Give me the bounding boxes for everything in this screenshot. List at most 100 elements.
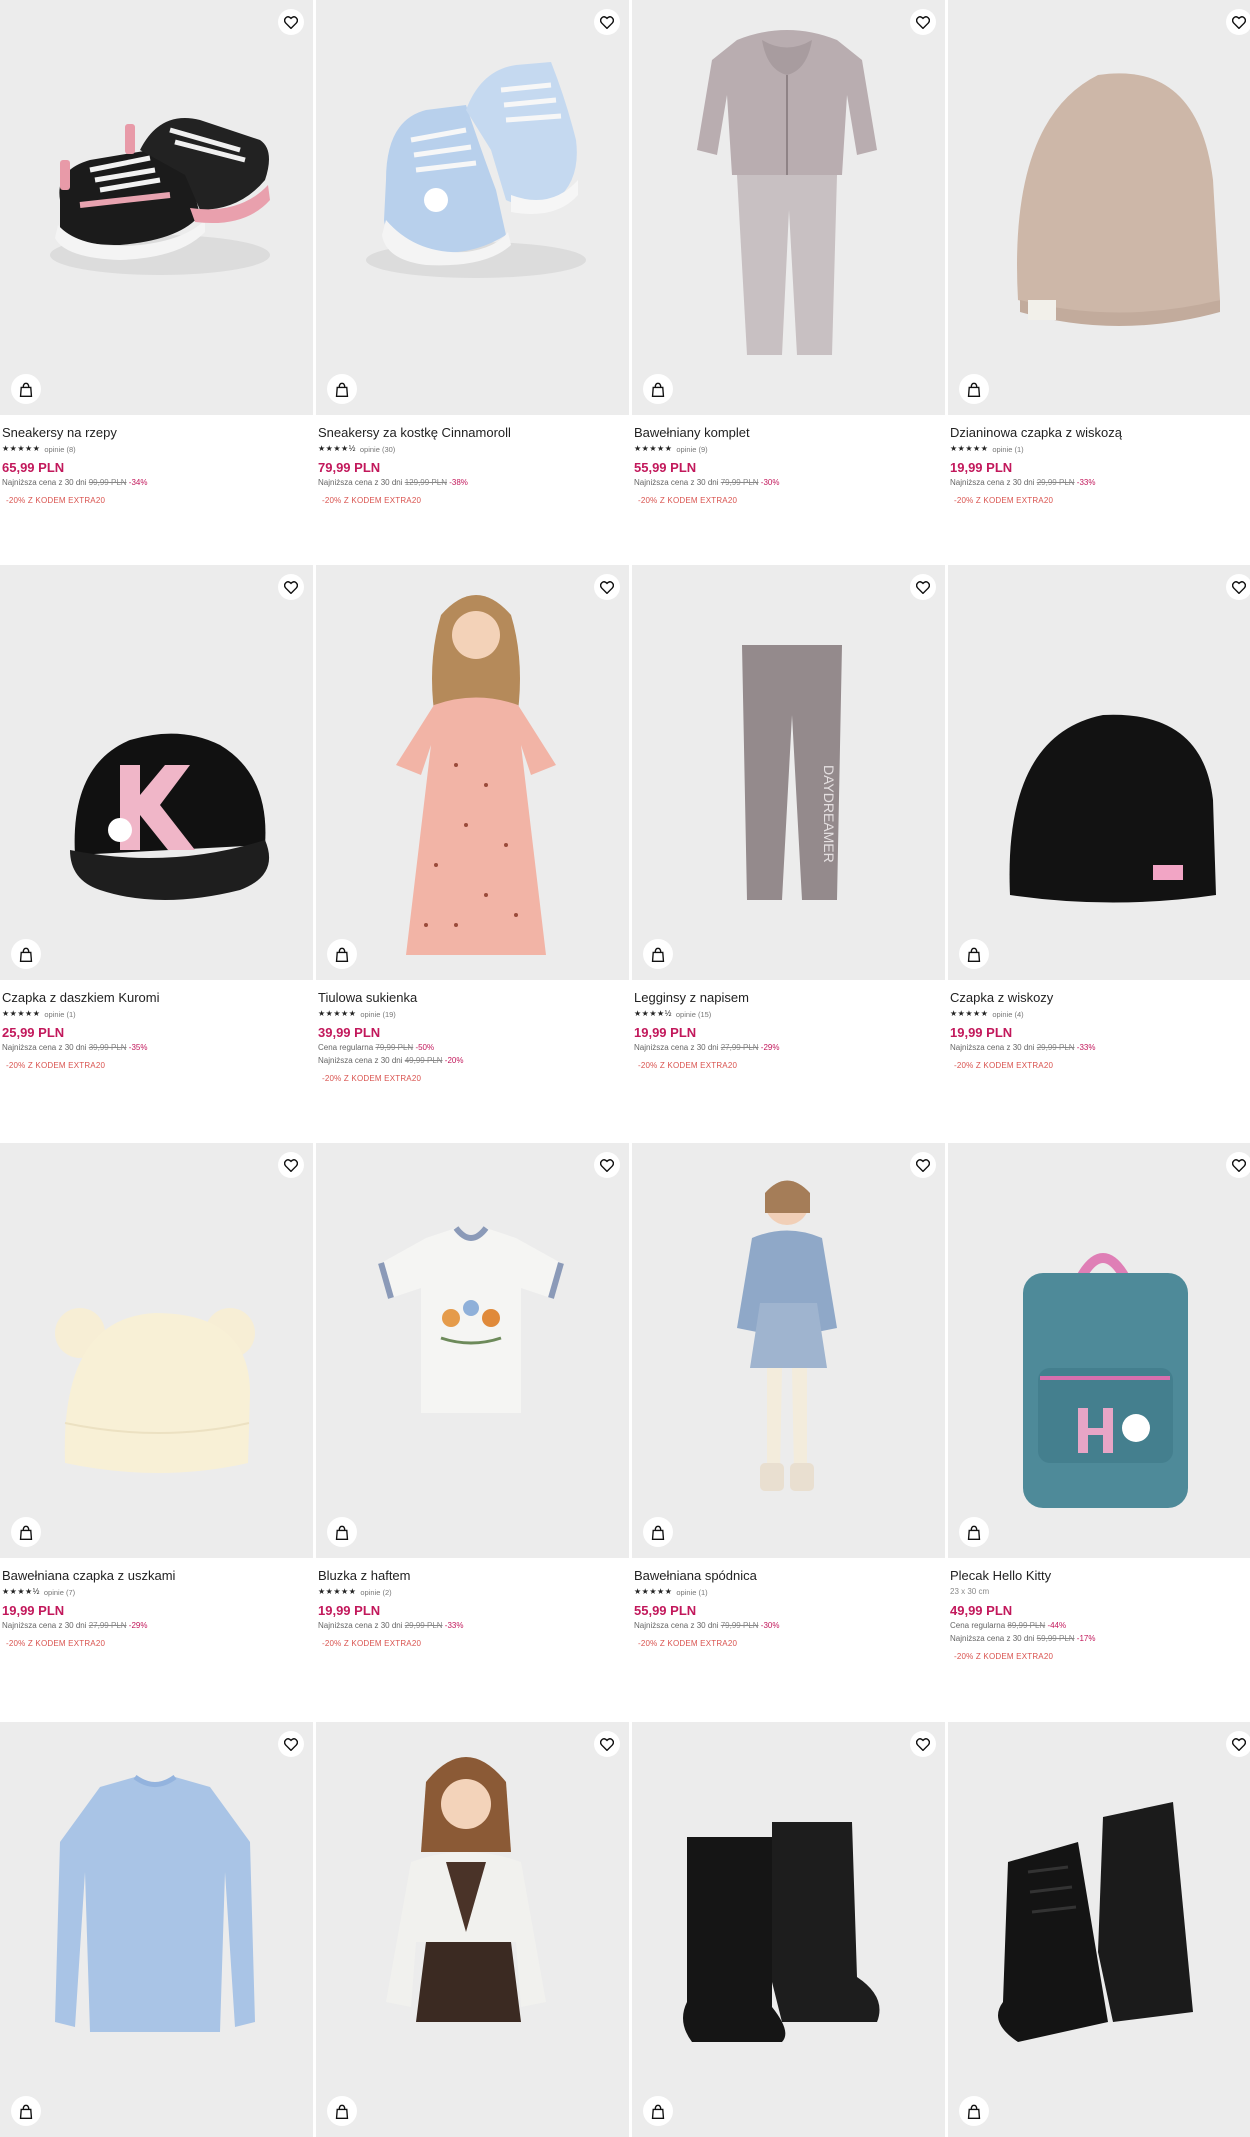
product-name[interactable]: Czapka z daszkiem Kuromi	[2, 989, 311, 1006]
shopping-bag-icon[interactable]	[327, 374, 357, 404]
heart-icon[interactable]	[910, 574, 936, 600]
product-image[interactable]	[948, 0, 1250, 415]
product-price: 39,99 PLN	[318, 1025, 381, 1040]
product-image[interactable]	[632, 1143, 945, 1558]
heart-icon[interactable]	[278, 574, 304, 600]
heart-icon[interactable]	[594, 9, 620, 35]
shopping-bag-icon[interactable]	[327, 939, 357, 969]
old-price: 29,99 PLN	[1036, 1043, 1075, 1052]
product-image[interactable]	[0, 1722, 313, 2137]
product-photo	[1017, 73, 1220, 326]
product-image[interactable]	[316, 1143, 629, 1558]
product-name[interactable]: Bawełniana czapka z uszkami	[2, 1567, 311, 1584]
product-name[interactable]: Bawełniany komplet	[634, 424, 943, 441]
product-image[interactable]	[316, 0, 629, 415]
product-price: 79,99 PLN	[318, 460, 381, 475]
product-image[interactable]	[316, 565, 629, 980]
product-card[interactable]: Plecak Hello Kitty 23 x 30 cm 49,99 PLN Cen…	[948, 1143, 1250, 1661]
heart-icon[interactable]	[594, 1731, 620, 1757]
heart-icon[interactable]	[910, 9, 936, 35]
heart-icon[interactable]	[594, 1152, 620, 1178]
shopping-bag-icon[interactable]	[11, 2096, 41, 2126]
heart-icon[interactable]	[278, 1731, 304, 1757]
product-card[interactable]: Tiulowa sukienka ★★★★★ opinie (19) 39,99 PL…	[316, 565, 629, 1083]
shopping-bag-icon[interactable]	[959, 939, 989, 969]
product-card[interactable]: Bawełniana czapka z uszkami ★★★★½ opinie (…	[0, 1143, 313, 1648]
product-card[interactable]: Sneakersy za kostkę Cinnamoroll ★★★★½ opin…	[316, 0, 629, 505]
shopping-bag-icon[interactable]	[959, 2096, 989, 2126]
shopping-bag-icon[interactable]	[11, 939, 41, 969]
product-photo	[737, 1180, 837, 1491]
product-card[interactable]: Bawełniana spódnica ★★★★★ opinie (1) 55,99 …	[632, 1143, 945, 1648]
product-name[interactable]: Sneakersy za kostkę Cinnamoroll	[318, 424, 627, 441]
rating-stars-icon: ★★★★★	[634, 1587, 673, 1596]
product-info: Tiulowa sukienka ★★★★★ opinie (19) 39,99 PL…	[316, 980, 629, 1083]
product-image[interactable]	[632, 1722, 945, 2137]
discount-percent: -20%	[444, 1056, 464, 1065]
product-rating: ★★★★★ opinie (1)	[634, 1586, 943, 1598]
product-image[interactable]	[0, 1143, 313, 1558]
promo-code-label: -20% Z KODEM EXTRA20	[954, 496, 1054, 505]
product-price: 19,99 PLN	[950, 1025, 1013, 1040]
product-name[interactable]: Sneakersy na rzepy	[2, 424, 311, 441]
shopping-bag-icon[interactable]	[643, 939, 673, 969]
product-card[interactable]: Czapka z daszkiem Kuromi ★★★★★ opinie (1) 2…	[0, 565, 313, 1070]
price-history-note: Najniższa cena z 30 dni 29,99 PLN -33%	[950, 1041, 1250, 1054]
heart-icon[interactable]	[1226, 1152, 1250, 1178]
product-name[interactable]: Czapka z wiskozy	[950, 989, 1250, 1006]
old-price: 79,99 PLN	[720, 478, 759, 487]
shopping-bag-icon[interactable]	[643, 2096, 673, 2126]
heart-icon[interactable]	[594, 574, 620, 600]
product-name[interactable]: Plecak Hello Kitty	[950, 1567, 1250, 1584]
heart-icon[interactable]	[1226, 9, 1250, 35]
shopping-bag-icon[interactable]	[643, 1517, 673, 1547]
product-card[interactable]: DAYDREAMER Legginsy z napisem ★★★★½ opinie …	[632, 565, 945, 1070]
product-name[interactable]: Bluzka z haftem	[318, 1567, 627, 1584]
product-image[interactable]	[0, 0, 313, 415]
shopping-bag-icon[interactable]	[327, 1517, 357, 1547]
product-card[interactable]: Bawełniany komplet ★★★★★ opinie (9) 55,99 P…	[632, 0, 945, 505]
product-name[interactable]: Legginsy z napisem	[634, 989, 943, 1006]
product-image[interactable]	[632, 0, 945, 415]
old-price: 39,99 PLN	[88, 1043, 127, 1052]
shopping-bag-icon[interactable]	[11, 374, 41, 404]
heart-icon[interactable]	[278, 9, 304, 35]
discount-percent: -50%	[415, 1043, 435, 1052]
product-rating: ★★★★★ opinie (4)	[950, 1008, 1250, 1020]
heart-icon[interactable]	[910, 1731, 936, 1757]
old-price: 29,99 PLN	[404, 1621, 443, 1630]
heart-icon[interactable]	[1226, 574, 1250, 600]
product-image[interactable]: DAYDREAMER	[632, 565, 945, 980]
product-photo	[683, 1822, 880, 2042]
product-name[interactable]: Bawełniana spódnica	[634, 1567, 943, 1584]
product-photo	[366, 62, 586, 278]
product-card[interactable]: Bluzka z haftem ★★★★★ opinie (2) 19,99 PLN N…	[316, 1143, 629, 1648]
shopping-bag-icon[interactable]	[959, 374, 989, 404]
heart-icon[interactable]	[910, 1152, 936, 1178]
heart-icon[interactable]	[278, 1152, 304, 1178]
product-price: 25,99 PLN	[2, 1025, 65, 1040]
product-image[interactable]	[948, 1143, 1250, 1558]
product-card[interactable]: Czapka z wiskozy ★★★★★ opinie (4) 19,99 PLN…	[948, 565, 1250, 1070]
review-count: opinie (9)	[676, 444, 708, 454]
product-card[interactable]: Sneakersy na rzepy ★★★★★ opinie (8) 65,99 P…	[0, 0, 313, 505]
shopping-bag-icon[interactable]	[959, 1517, 989, 1547]
shopping-bag-icon[interactable]	[643, 374, 673, 404]
product-photo: DAYDREAMER	[742, 645, 842, 900]
product-card[interactable]	[632, 1722, 945, 2137]
heart-icon[interactable]	[1226, 1731, 1250, 1757]
shopping-bag-icon[interactable]	[327, 2096, 357, 2126]
product-image[interactable]	[948, 1722, 1250, 2137]
product-card[interactable]	[316, 1722, 629, 2137]
price-note-label: Najniższa cena z 30 dni	[2, 478, 87, 487]
product-card[interactable]	[0, 1722, 313, 2137]
product-image[interactable]	[948, 565, 1250, 980]
product-name[interactable]: Dzianinowa czapka z wiskozą	[950, 424, 1250, 441]
price-history-note: Najniższa cena z 30 dni 79,99 PLN -30%	[634, 1619, 943, 1632]
product-image[interactable]	[316, 1722, 629, 2137]
shopping-bag-icon[interactable]	[11, 1517, 41, 1547]
product-name[interactable]: Tiulowa sukienka	[318, 989, 627, 1006]
product-card[interactable]: Dzianinowa czapka z wiskozą ★★★★★ opinie (…	[948, 0, 1250, 505]
product-card[interactable]	[948, 1722, 1250, 2137]
product-image[interactable]	[0, 565, 313, 980]
